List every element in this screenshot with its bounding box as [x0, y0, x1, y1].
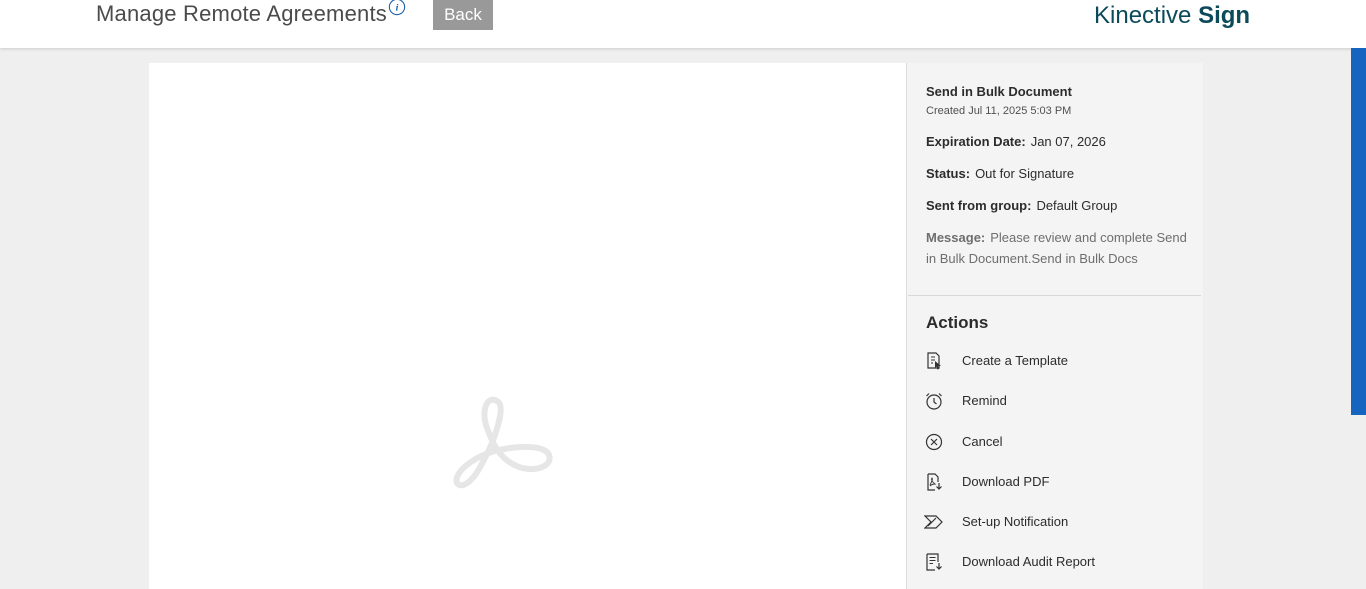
expiration-row: Expiration Date: Jan 07, 2026 [926, 131, 1188, 152]
alarm-clock-icon [926, 393, 942, 410]
scrollbar-thumb[interactable] [1351, 48, 1366, 415]
action-label: Download Audit Report [962, 554, 1095, 569]
audit-report-icon [926, 553, 942, 571]
svg-text:i: i [396, 3, 399, 14]
status-label: Status: [926, 166, 971, 181]
actions-heading: Actions [926, 313, 989, 332]
group-label: Sent from group: [926, 198, 1032, 213]
action-label: Remind [962, 393, 1007, 408]
acrobat-icon [453, 396, 553, 489]
brand-name-part2: Sign [1198, 2, 1251, 29]
cancel-circle-icon [925, 433, 943, 451]
template-icon [927, 352, 941, 370]
notification-icon [924, 515, 943, 529]
expiration-value: Jan 07, 2026 [1030, 134, 1106, 149]
created-date: Created Jul 11, 2025 5:03 PM [926, 105, 1072, 117]
document-preview [149, 63, 906, 589]
top-bar: Manage Remote Agreements i Back Kinectiv… [0, 0, 1366, 48]
agreement-details-panel: Send in Bulk Document Created Jul 11, 20… [906, 63, 1203, 589]
action-label: Download PDF [962, 474, 1050, 489]
status-value: Out for Signature [975, 166, 1075, 181]
action-setup-notification[interactable]: Set-up Notification [924, 510, 1184, 536]
action-remind[interactable]: Remind [924, 389, 1184, 415]
info-icon[interactable]: i [388, 0, 406, 16]
group-row: Sent from group: Default Group [926, 195, 1188, 216]
brand-name-part1: Kinective [1094, 2, 1192, 29]
action-create-template[interactable]: Create a Template [924, 349, 1184, 375]
action-label: Create a Template [962, 353, 1068, 368]
action-download-pdf[interactable]: Download PDF [924, 470, 1184, 496]
brand-logo: Kinective Sign [1094, 2, 1250, 30]
back-button[interactable]: Back [433, 0, 493, 30]
divider [908, 295, 1201, 296]
message-row: Message: Please review and complete Send … [926, 227, 1188, 269]
action-cancel[interactable]: Cancel [924, 430, 1184, 456]
agreement-title: Send in Bulk Document [926, 84, 1072, 99]
download-pdf-icon [927, 473, 942, 491]
action-label: Cancel [962, 434, 1003, 449]
page-title: Manage Remote Agreements [96, 1, 387, 26]
group-value: Default Group [1036, 198, 1118, 213]
expiration-label: Expiration Date: [926, 134, 1026, 149]
action-label: Set-up Notification [962, 514, 1069, 529]
action-download-audit-report[interactable]: Download Audit Report [924, 550, 1184, 576]
status-row: Status: Out for Signature [926, 163, 1188, 184]
message-label: Message: [926, 230, 986, 245]
